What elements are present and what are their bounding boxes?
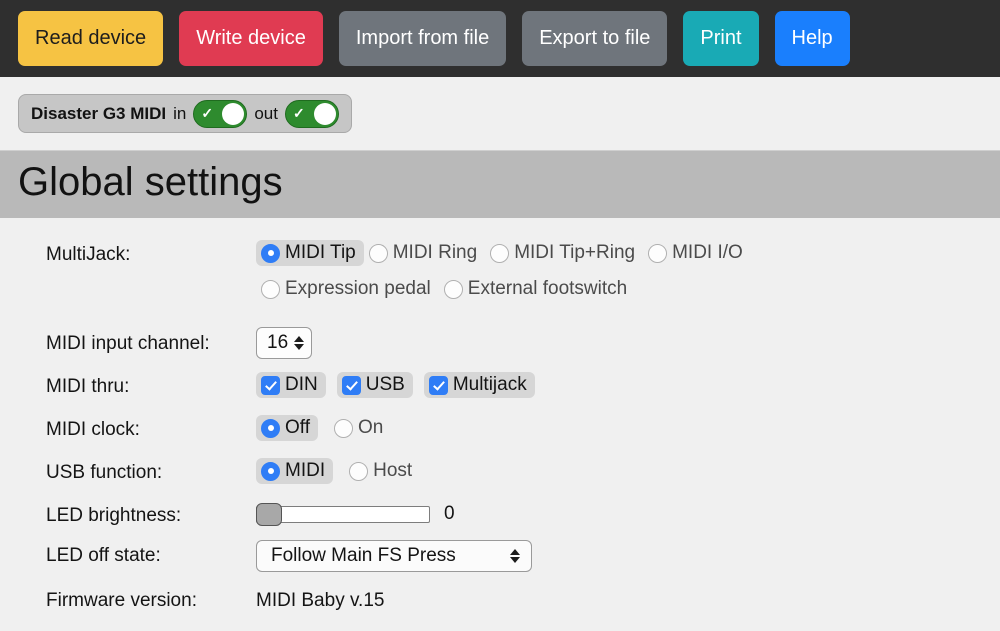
midi-thru-checkbox-row: DIN USB Multijack	[256, 372, 535, 398]
toggle-knob	[222, 103, 244, 125]
firmware-version-label: Firmware version:	[46, 590, 197, 612]
radio-icon	[349, 462, 368, 481]
midi-thru-options: DIN USB Multijack	[256, 372, 535, 398]
midi-input-channel-field: 16	[256, 327, 312, 359]
multijack-label: MultiJack:	[46, 244, 130, 266]
chevron-down-icon	[510, 557, 520, 563]
radio-multijack-midi-tip-ring[interactable]: MIDI Tip+Ring	[485, 240, 643, 266]
toolbar-button-group: Read device Write device Import from fil…	[18, 11, 850, 66]
help-button[interactable]: Help	[775, 11, 850, 66]
checkbox-icon	[342, 376, 361, 395]
radio-icon	[261, 419, 280, 438]
led-off-state-select[interactable]: Follow Main FS Press	[256, 540, 532, 572]
radio-multijack-midi-tip[interactable]: MIDI Tip	[256, 240, 364, 266]
radio-usb-function-host[interactable]: Host	[344, 458, 420, 484]
app-window: Read device Write device Import from fil…	[0, 0, 1000, 631]
write-device-button[interactable]: Write device	[179, 11, 323, 66]
led-brightness-label: LED brightness:	[46, 505, 181, 527]
slider-track[interactable]	[256, 506, 430, 523]
checkbox-icon	[261, 376, 280, 395]
multijack-options: MIDI Tip MIDI Ring MIDI Tip+Ring MIDI I/…	[256, 240, 751, 302]
radio-icon	[261, 280, 280, 299]
midi-thru-label: MIDI thru:	[46, 376, 129, 398]
led-brightness-slider-group: 0	[256, 503, 455, 525]
radio-usb-function-midi[interactable]: MIDI	[256, 458, 333, 484]
radio-label: On	[358, 417, 383, 439]
radio-label: Host	[373, 460, 412, 482]
radio-label: MIDI	[285, 460, 325, 482]
led-off-state-field: Follow Main FS Press	[256, 540, 532, 572]
firmware-version-field: MIDI Baby v.15	[256, 590, 384, 612]
led-brightness-field: 0	[256, 503, 455, 530]
midi-clock-options: Off On	[256, 415, 391, 441]
midi-out-toggle[interactable]: ✓	[285, 100, 339, 128]
radio-label: MIDI Tip+Ring	[514, 242, 635, 264]
radio-multijack-external-footswitch[interactable]: External footswitch	[439, 276, 635, 302]
radio-label: MIDI Tip	[285, 242, 356, 264]
check-icon: ✓	[201, 106, 215, 120]
checkbox-label: Multijack	[453, 374, 527, 396]
page-title-band: Global settings	[0, 150, 1000, 219]
radio-icon	[444, 280, 463, 299]
radio-icon	[369, 244, 388, 263]
radio-multijack-midi-ring[interactable]: MIDI Ring	[364, 240, 485, 266]
multijack-options-row-2: Expression pedal External footswitch	[256, 276, 751, 302]
led-brightness-slider[interactable]	[256, 503, 430, 525]
midi-out-label: out	[254, 104, 278, 124]
usb-function-radio-row: MIDI Host	[256, 458, 420, 484]
midi-clock-radio-row: Off On	[256, 415, 391, 441]
checkbox-icon	[429, 376, 448, 395]
radio-label: MIDI I/O	[672, 242, 743, 264]
midi-in-toggle[interactable]: ✓	[193, 100, 247, 128]
radio-multijack-midi-io[interactable]: MIDI I/O	[643, 240, 751, 266]
checkbox-label: USB	[366, 374, 405, 396]
checkbox-label: DIN	[285, 374, 318, 396]
print-button[interactable]: Print	[683, 11, 758, 66]
midi-input-channel-stepper[interactable]: 16	[256, 327, 312, 359]
radio-icon	[261, 244, 280, 263]
toggle-knob	[314, 103, 336, 125]
chevron-up-icon	[510, 549, 520, 555]
radio-icon	[490, 244, 509, 263]
device-name-label: Disaster G3 MIDI	[31, 104, 166, 124]
led-off-state-value: Follow Main FS Press	[271, 545, 456, 567]
usb-function-label: USB function:	[46, 462, 162, 484]
radio-label: MIDI Ring	[393, 242, 477, 264]
radio-midi-clock-on[interactable]: On	[329, 415, 391, 441]
chevron-up-icon	[294, 336, 304, 342]
read-device-button[interactable]: Read device	[18, 11, 163, 66]
radio-label: External footswitch	[468, 278, 627, 300]
midi-input-channel-value: 16	[267, 332, 288, 354]
multijack-options-row-1: MIDI Tip MIDI Ring MIDI Tip+Ring MIDI I/…	[256, 240, 751, 266]
top-toolbar: Read device Write device Import from fil…	[0, 0, 1000, 77]
radio-midi-clock-off[interactable]: Off	[256, 415, 318, 441]
radio-label: Expression pedal	[285, 278, 431, 300]
select-arrows-icon[interactable]	[510, 549, 520, 563]
check-icon: ✓	[293, 106, 307, 120]
checkbox-midi-thru-multijack[interactable]: Multijack	[424, 372, 535, 398]
checkbox-midi-thru-din[interactable]: DIN	[256, 372, 326, 398]
device-status-strip: Disaster G3 MIDI in ✓ out ✓	[0, 77, 1000, 150]
page-title: Global settings	[18, 160, 283, 205]
led-brightness-value: 0	[444, 503, 455, 525]
radio-icon	[648, 244, 667, 263]
midi-in-label: in	[173, 104, 186, 124]
radio-icon	[334, 419, 353, 438]
checkbox-midi-thru-usb[interactable]: USB	[337, 372, 413, 398]
global-settings-form: MultiJack: MIDI Tip MIDI Ring MIDI Tip+R…	[0, 218, 1000, 631]
usb-function-options: MIDI Host	[256, 458, 420, 484]
slider-thumb[interactable]	[256, 503, 282, 526]
firmware-version-value: MIDI Baby v.15	[256, 590, 384, 611]
led-off-state-label: LED off state:	[46, 545, 161, 567]
export-to-file-button[interactable]: Export to file	[522, 11, 667, 66]
chevron-down-icon	[294, 344, 304, 350]
radio-icon	[261, 462, 280, 481]
import-from-file-button[interactable]: Import from file	[339, 11, 506, 66]
midi-input-channel-label: MIDI input channel:	[46, 333, 210, 355]
device-connection-pill: Disaster G3 MIDI in ✓ out ✓	[18, 94, 352, 133]
radio-multijack-expression-pedal[interactable]: Expression pedal	[256, 276, 439, 302]
stepper-arrows-icon[interactable]	[294, 336, 304, 350]
midi-clock-label: MIDI clock:	[46, 419, 140, 441]
radio-label: Off	[285, 417, 310, 439]
